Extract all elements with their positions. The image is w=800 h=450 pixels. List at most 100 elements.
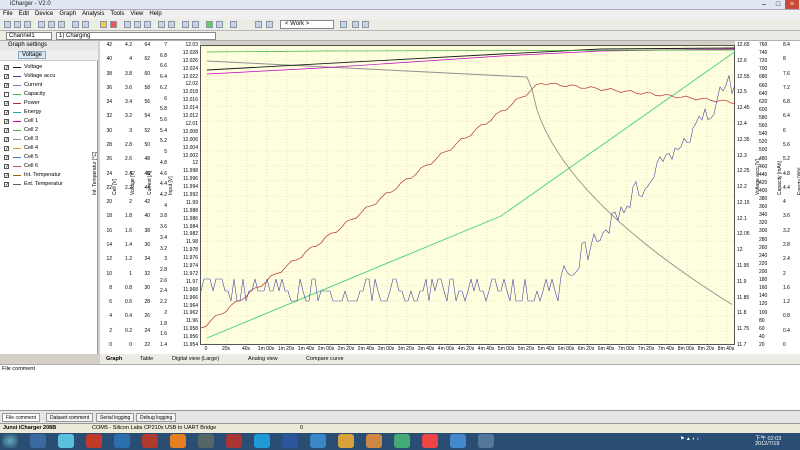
taskbar-app-icon[interactable] [86, 434, 102, 448]
zoom-out-icon[interactable] [144, 21, 151, 28]
copy-icon[interactable] [48, 21, 55, 28]
refresh-icon[interactable] [352, 21, 359, 28]
tab-file-comment[interactable]: File comment [2, 413, 41, 422]
taskbar-app-icon[interactable] [478, 434, 494, 448]
taskbar-app-icon[interactable] [30, 434, 46, 448]
close-icon[interactable]: × [785, 0, 799, 9]
series-checkbox[interactable]: ✓ [4, 74, 9, 80]
series-item[interactable]: ✓ Cell 5 [4, 153, 98, 162]
series-checkbox[interactable]: ✓ [4, 146, 9, 152]
menu-graph[interactable]: Graph [56, 10, 79, 17]
taskbar-app-icon[interactable] [450, 434, 466, 448]
tab-compare-curve[interactable]: Compare curve [306, 356, 344, 362]
next-icon[interactable] [266, 21, 273, 28]
print-icon[interactable] [124, 21, 131, 28]
series-checkbox[interactable]: ✓ [4, 164, 9, 170]
new-icon[interactable] [4, 21, 11, 28]
tab-graph[interactable]: Graph [106, 356, 122, 362]
series-item[interactable]: ✓ Power [4, 99, 98, 108]
tab-serial-logging[interactable]: Serial logging [96, 413, 135, 422]
menu-device[interactable]: Device [32, 10, 56, 17]
channel-select[interactable]: Channel1 [6, 32, 52, 40]
taskbar-app-icon[interactable] [198, 434, 214, 448]
word-icon[interactable] [282, 434, 298, 448]
series-item[interactable]: ✓ Voltage accu [4, 72, 98, 81]
series-checkbox[interactable]: ✓ [4, 119, 9, 125]
series-checkbox[interactable]: ✓ [4, 155, 9, 161]
series-item[interactable]: ✓ Cell 3 [4, 135, 98, 144]
redo-icon[interactable] [82, 21, 89, 28]
play-icon[interactable] [206, 21, 213, 28]
tab-digital-view[interactable]: Digital view (Large) [172, 356, 219, 362]
settings-icon[interactable] [158, 21, 165, 28]
minimize-icon[interactable]: – [757, 0, 771, 9]
series-checkbox[interactable]: ✓ [4, 65, 9, 71]
series-checkbox[interactable] [4, 92, 9, 97]
save-icon[interactable] [24, 21, 31, 28]
table-icon[interactable] [182, 21, 189, 28]
series-item[interactable]: ✓ Int. Temperatur [4, 171, 98, 180]
prev-icon[interactable] [255, 21, 262, 28]
menu-analysis[interactable]: Analysis [79, 10, 107, 17]
browser-icon[interactable] [170, 434, 186, 448]
program-select[interactable]: 1) Charging [56, 32, 216, 40]
tab-table[interactable]: Table [140, 356, 153, 362]
series-checkbox[interactable]: ✓ [4, 182, 9, 188]
start-icon[interactable] [2, 434, 18, 448]
series-checkbox[interactable]: ✓ [4, 173, 9, 179]
taskbar-app-icon[interactable] [366, 434, 382, 448]
export-icon[interactable] [192, 21, 199, 28]
undo-icon[interactable] [72, 21, 79, 28]
dropdown-icon[interactable] [340, 21, 347, 28]
chart-icon[interactable] [168, 21, 175, 28]
active-series-button[interactable]: Voltage [18, 51, 47, 59]
series-item[interactable]: Capacity [4, 90, 98, 99]
series-item[interactable]: ✓ Cell 1 [4, 117, 98, 126]
series-item[interactable]: ✓ Current [4, 81, 98, 90]
tab-debug-logging[interactable]: Debug logging [136, 413, 177, 422]
help-icon[interactable] [230, 21, 237, 28]
stop-icon[interactable] [110, 21, 117, 28]
axis-tick: 6.8 [783, 99, 790, 106]
axis-tick: 32 [144, 270, 150, 277]
series-item[interactable]: ✓ Ext. Temperatur [4, 180, 98, 189]
menu-file[interactable]: File [0, 10, 16, 17]
menu-help[interactable]: Help [146, 10, 164, 17]
series-checkbox[interactable]: ✓ [4, 110, 9, 116]
taskbar-app-icon[interactable] [422, 434, 438, 448]
taskbar-app-icon[interactable] [114, 434, 130, 448]
maximize-icon[interactable]: □ [771, 0, 785, 9]
series-checkbox[interactable]: ✓ [4, 83, 9, 89]
skype-icon[interactable] [254, 434, 270, 448]
folder-icon[interactable] [338, 434, 354, 448]
series-item[interactable]: ✓ Voltage [4, 63, 98, 72]
menu-tools[interactable]: Tools [107, 10, 127, 17]
taskbar-app-icon[interactable] [142, 434, 158, 448]
open-icon[interactable] [14, 21, 21, 28]
series-item[interactable]: ✓ Cell 4 [4, 144, 98, 153]
series-checkbox[interactable]: ✓ [4, 101, 9, 107]
paste-icon[interactable] [58, 21, 65, 28]
cut-icon[interactable] [38, 21, 45, 28]
menu-view[interactable]: View [127, 10, 146, 17]
chart-plot-area[interactable] [200, 45, 737, 347]
taskbar-app-icon[interactable] [394, 434, 410, 448]
system-tray[interactable]: ⚑ ▲ ◐ ♪ [680, 436, 750, 446]
pause-icon[interactable] [216, 21, 223, 28]
series-item[interactable]: ✓ Cell 2 [4, 126, 98, 135]
tab-dataset-comment[interactable]: Dataset comment [46, 413, 94, 422]
series-item[interactable]: ✓ Energy [4, 108, 98, 117]
series-item[interactable]: ✓ Cell 6 [4, 162, 98, 171]
zoom-in-icon[interactable] [134, 21, 141, 28]
connect-icon[interactable] [100, 21, 107, 28]
lock-icon[interactable] [362, 21, 369, 28]
menu-edit[interactable]: Edit [16, 10, 32, 17]
taskbar-app-icon[interactable] [310, 434, 326, 448]
tab-analog-view[interactable]: Analog view [248, 356, 278, 362]
taskbar-app-icon[interactable] [58, 434, 74, 448]
series-checkbox[interactable]: ✓ [4, 128, 9, 134]
series-checkbox[interactable]: ✓ [4, 137, 9, 143]
file-comment-pane[interactable]: File comment [0, 364, 800, 410]
taskbar-app-icon[interactable] [226, 434, 242, 448]
work-selector[interactable]: < Work > [280, 20, 334, 29]
